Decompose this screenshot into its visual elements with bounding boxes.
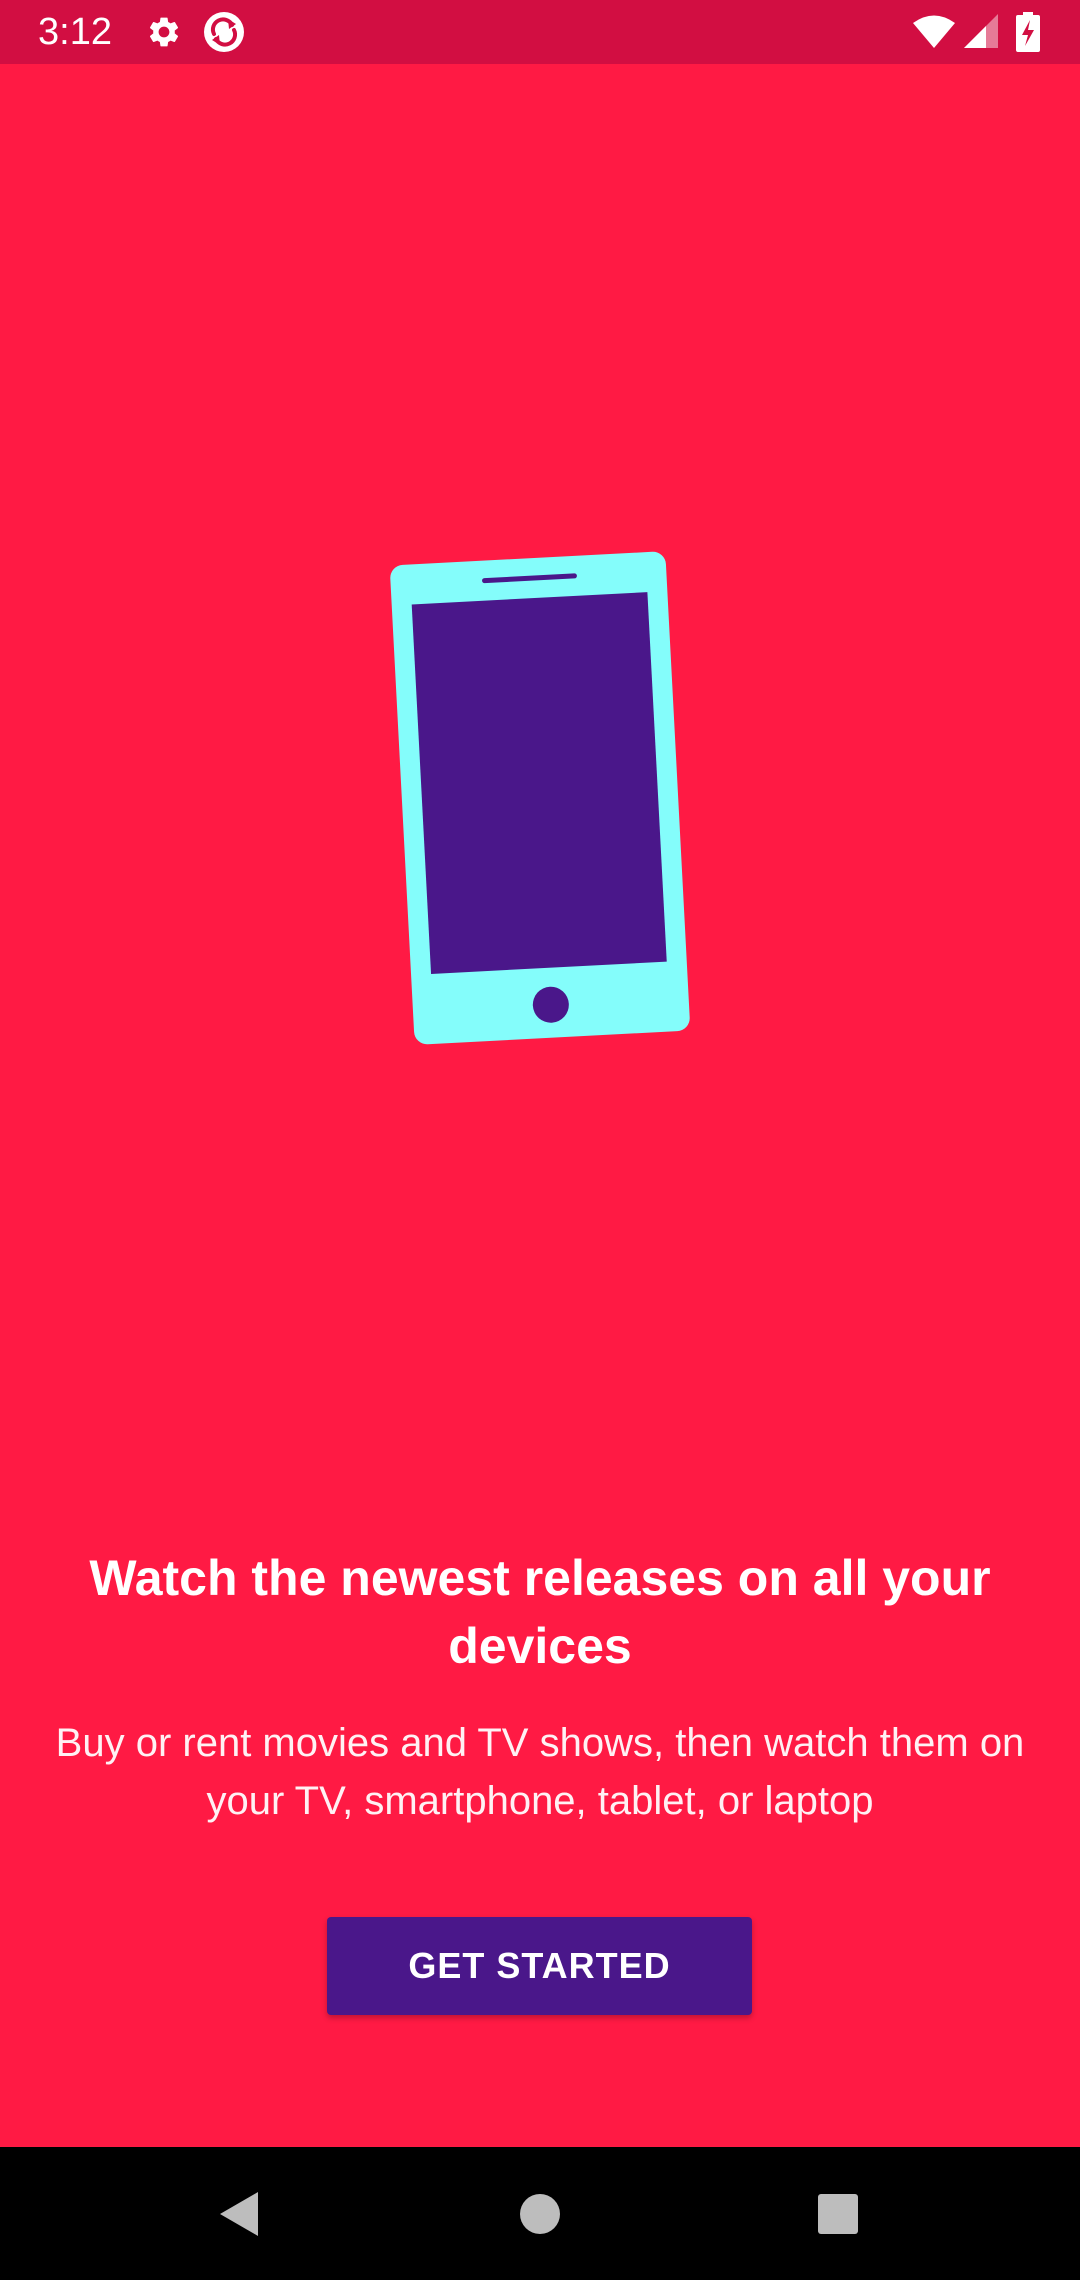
recents-button[interactable] <box>778 2147 898 2280</box>
smartphone-illustration <box>388 548 692 1048</box>
sync-icon <box>202 10 246 54</box>
navigation-bar <box>0 2147 1080 2280</box>
gear-icon <box>146 14 182 50</box>
wifi-icon <box>912 14 956 50</box>
battery-charging-icon <box>1016 12 1040 52</box>
onboarding-headline: Watch the newest releases on all your de… <box>89 1550 991 1674</box>
back-icon <box>218 2190 262 2238</box>
status-bar: 3:12 <box>0 0 1080 64</box>
recents-icon <box>817 2193 859 2235</box>
status-time: 3:12 <box>38 11 112 53</box>
home-button[interactable] <box>480 2147 600 2280</box>
onboarding-subtitle: Buy or rent movies and TV shows, then wa… <box>55 1721 1025 1823</box>
back-button[interactable] <box>180 2147 300 2280</box>
signal-icon <box>962 14 1000 50</box>
get-started-button[interactable]: GET STARTED <box>327 1917 752 2015</box>
home-icon <box>519 2193 561 2235</box>
